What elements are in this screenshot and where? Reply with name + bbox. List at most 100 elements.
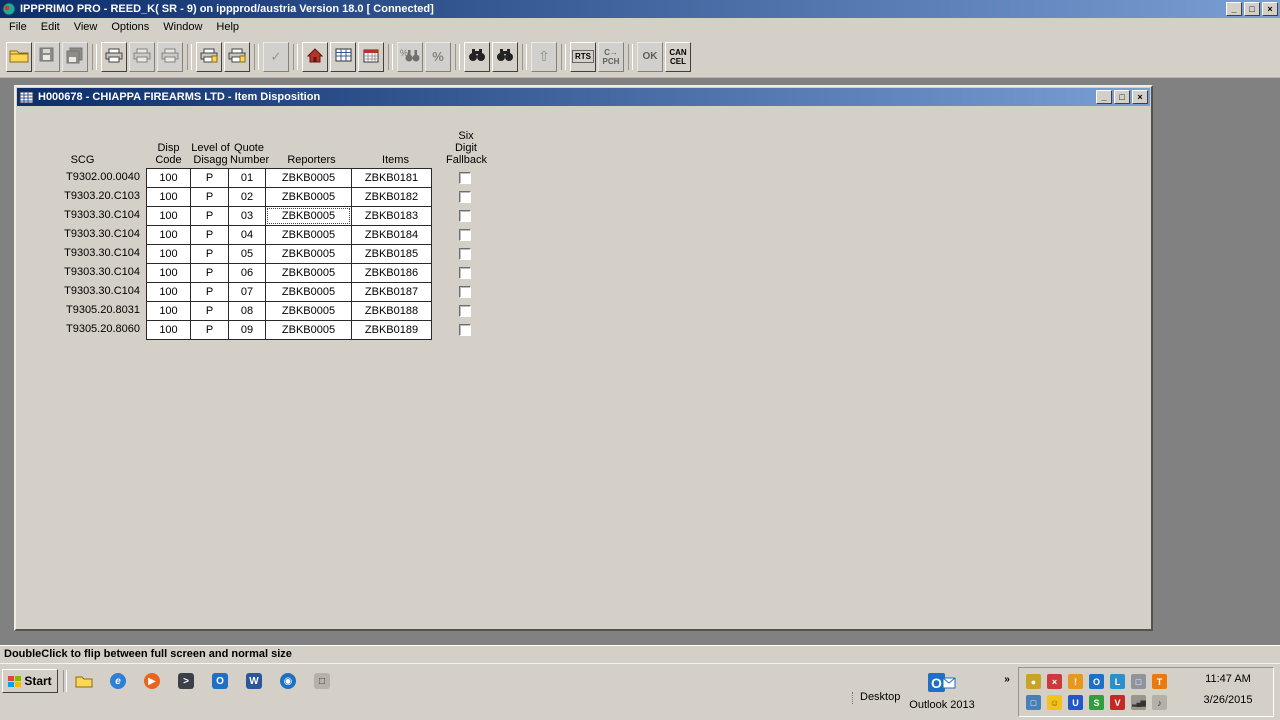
cell-quote-number[interactable]: 02 [228, 187, 266, 207]
desktop-toolbar-label[interactable]: Desktop [860, 691, 900, 703]
outlook-desktop-item[interactable]: O Outlook 2013 [900, 671, 984, 711]
cell-disp-code[interactable]: 100 [146, 263, 191, 283]
print-button[interactable] [101, 42, 127, 72]
calendar-button[interactable] [358, 42, 384, 72]
cell-reporter[interactable]: ZBKB0005 [265, 320, 352, 340]
find-next-button[interactable] [492, 42, 518, 72]
cell-quote-number[interactable]: 01 [228, 168, 266, 188]
cell-level-of-disagg[interactable]: P [190, 225, 229, 245]
child-titlebar[interactable]: H000678 - CHIAPPA FIREARMS LTD - Item Di… [17, 88, 1150, 106]
folder-quicklaunch-icon[interactable] [72, 670, 96, 692]
six-digit-fallback-checkbox[interactable] [459, 305, 471, 317]
cell-item[interactable]: ZBKB0181 [351, 168, 432, 188]
main-titlebar[interactable]: IPPPRIMO PRO - REED_K( SR - 9) on ipppro… [0, 0, 1280, 18]
cell-quote-number[interactable]: 09 [228, 320, 266, 340]
cell-quote-number[interactable]: 06 [228, 263, 266, 283]
cell-quote-number[interactable]: 04 [228, 225, 266, 245]
alert-icon[interactable]: ! [1065, 671, 1086, 692]
lync-tray-icon[interactable]: L [1107, 671, 1128, 692]
display-icon[interactable]: □ [1128, 671, 1149, 692]
cell-level-of-disagg[interactable]: P [190, 320, 229, 340]
child-minimize-button[interactable]: _ [1096, 90, 1112, 104]
cell-reporter[interactable]: ZBKB0005 [265, 263, 352, 283]
messenger-icon[interactable]: ☺ [1044, 692, 1065, 713]
toolbar-overflow-chevron[interactable]: » [1000, 670, 1014, 688]
home-button[interactable] [302, 42, 328, 72]
six-digit-fallback-checkbox[interactable] [459, 248, 471, 260]
cell-item[interactable]: ZBKB0186 [351, 263, 432, 283]
six-digit-fallback-checkbox[interactable] [459, 286, 471, 298]
cell-level-of-disagg[interactable]: P [190, 301, 229, 321]
find-button[interactable] [464, 42, 490, 72]
six-digit-fallback-checkbox[interactable] [459, 172, 471, 184]
cell-quote-number[interactable]: 07 [228, 282, 266, 302]
sync-status-icon[interactable]: S [1086, 692, 1107, 713]
cell-disp-code[interactable]: 100 [146, 225, 191, 245]
cancel-button[interactable]: CANCEL [665, 42, 691, 72]
menu-window[interactable]: Window [156, 19, 209, 35]
cell-reporter[interactable]: ZBKB0005 [265, 244, 352, 264]
cell-reporter[interactable]: ZBKB0005 [265, 282, 352, 302]
open-button[interactable] [6, 42, 32, 72]
menu-edit[interactable]: Edit [34, 19, 67, 35]
print-summary-button[interactable] [224, 42, 250, 72]
cell-level-of-disagg[interactable]: P [190, 263, 229, 283]
cell-disp-code[interactable]: 100 [146, 206, 191, 226]
cell-level-of-disagg[interactable]: P [190, 244, 229, 264]
media-player-icon[interactable]: ▶ [140, 670, 164, 692]
password-lock-icon[interactable]: ● [1023, 671, 1044, 692]
status-bar[interactable]: DoubleClick to flip between full screen … [0, 645, 1280, 663]
cell-reporter[interactable]: ZBKB0005 [265, 301, 352, 321]
cell-item[interactable]: ZBKB0188 [351, 301, 432, 321]
cell-disp-code[interactable]: 100 [146, 187, 191, 207]
internet-explorer-icon[interactable]: e [106, 670, 130, 692]
cell-reporter[interactable]: ZBKB0005 [265, 168, 352, 188]
cell-item[interactable]: ZBKB0183 [351, 206, 432, 226]
six-digit-fallback-checkbox[interactable] [459, 267, 471, 279]
cell-level-of-disagg[interactable]: P [190, 206, 229, 226]
cell-reporter[interactable]: ZBKB0005 [265, 225, 352, 245]
system-window-icon[interactable]: □ [310, 670, 334, 692]
six-digit-fallback-checkbox[interactable] [459, 210, 471, 222]
child-maximize-button[interactable]: □ [1114, 90, 1130, 104]
cell-disp-code[interactable]: 100 [146, 301, 191, 321]
network-display-icon[interactable]: □ [1023, 692, 1044, 713]
globe-icon[interactable]: ◉ [276, 670, 300, 692]
six-digit-fallback-checkbox[interactable] [459, 229, 471, 241]
start-button[interactable]: Start [2, 669, 58, 693]
console-icon[interactable]: > [174, 670, 198, 692]
six-digit-fallback-checkbox[interactable] [459, 324, 471, 336]
cell-quote-number[interactable]: 03 [228, 206, 266, 226]
cell-quote-number[interactable]: 05 [228, 244, 266, 264]
cell-level-of-disagg[interactable]: P [190, 168, 229, 188]
taskbar-clock[interactable]: 11:47 AM 3/26/2015 [1188, 673, 1268, 706]
menu-help[interactable]: Help [209, 19, 246, 35]
print-report-button[interactable] [196, 42, 222, 72]
worksheet-button[interactable] [330, 42, 356, 72]
menu-options[interactable]: Options [104, 19, 156, 35]
antivirus-shield-icon[interactable]: U [1065, 692, 1086, 713]
cell-item[interactable]: ZBKB0184 [351, 225, 432, 245]
cell-disp-code[interactable]: 100 [146, 320, 191, 340]
volume-icon[interactable]: ♪ [1149, 692, 1170, 713]
child-close-button[interactable]: × [1132, 90, 1148, 104]
cell-level-of-disagg[interactable]: P [190, 187, 229, 207]
menu-view[interactable]: View [67, 19, 105, 35]
cell-item[interactable]: ZBKB0187 [351, 282, 432, 302]
signal-bars-icon[interactable]: ▂▄▆ [1128, 692, 1149, 713]
cell-item[interactable]: ZBKB0189 [351, 320, 432, 340]
cell-disp-code[interactable]: 100 [146, 282, 191, 302]
cell-reporter[interactable]: ZBKB0005 [265, 187, 352, 207]
menu-file[interactable]: File [2, 19, 34, 35]
cell-level-of-disagg[interactable]: P [190, 282, 229, 302]
cell-item[interactable]: ZBKB0182 [351, 187, 432, 207]
timer-icon[interactable]: T [1149, 671, 1170, 692]
word-icon[interactable]: W [242, 670, 266, 692]
maximize-button[interactable]: □ [1244, 2, 1260, 16]
minimize-button[interactable]: _ [1226, 2, 1242, 16]
cell-reporter[interactable]: ZBKB0005 [265, 206, 352, 226]
outlook-tray-icon[interactable]: O [1086, 671, 1107, 692]
desktop-toolbar-handle[interactable] [852, 692, 853, 704]
outlook-quicklaunch-icon[interactable]: O [208, 670, 232, 692]
protection-icon[interactable]: V [1107, 692, 1128, 713]
